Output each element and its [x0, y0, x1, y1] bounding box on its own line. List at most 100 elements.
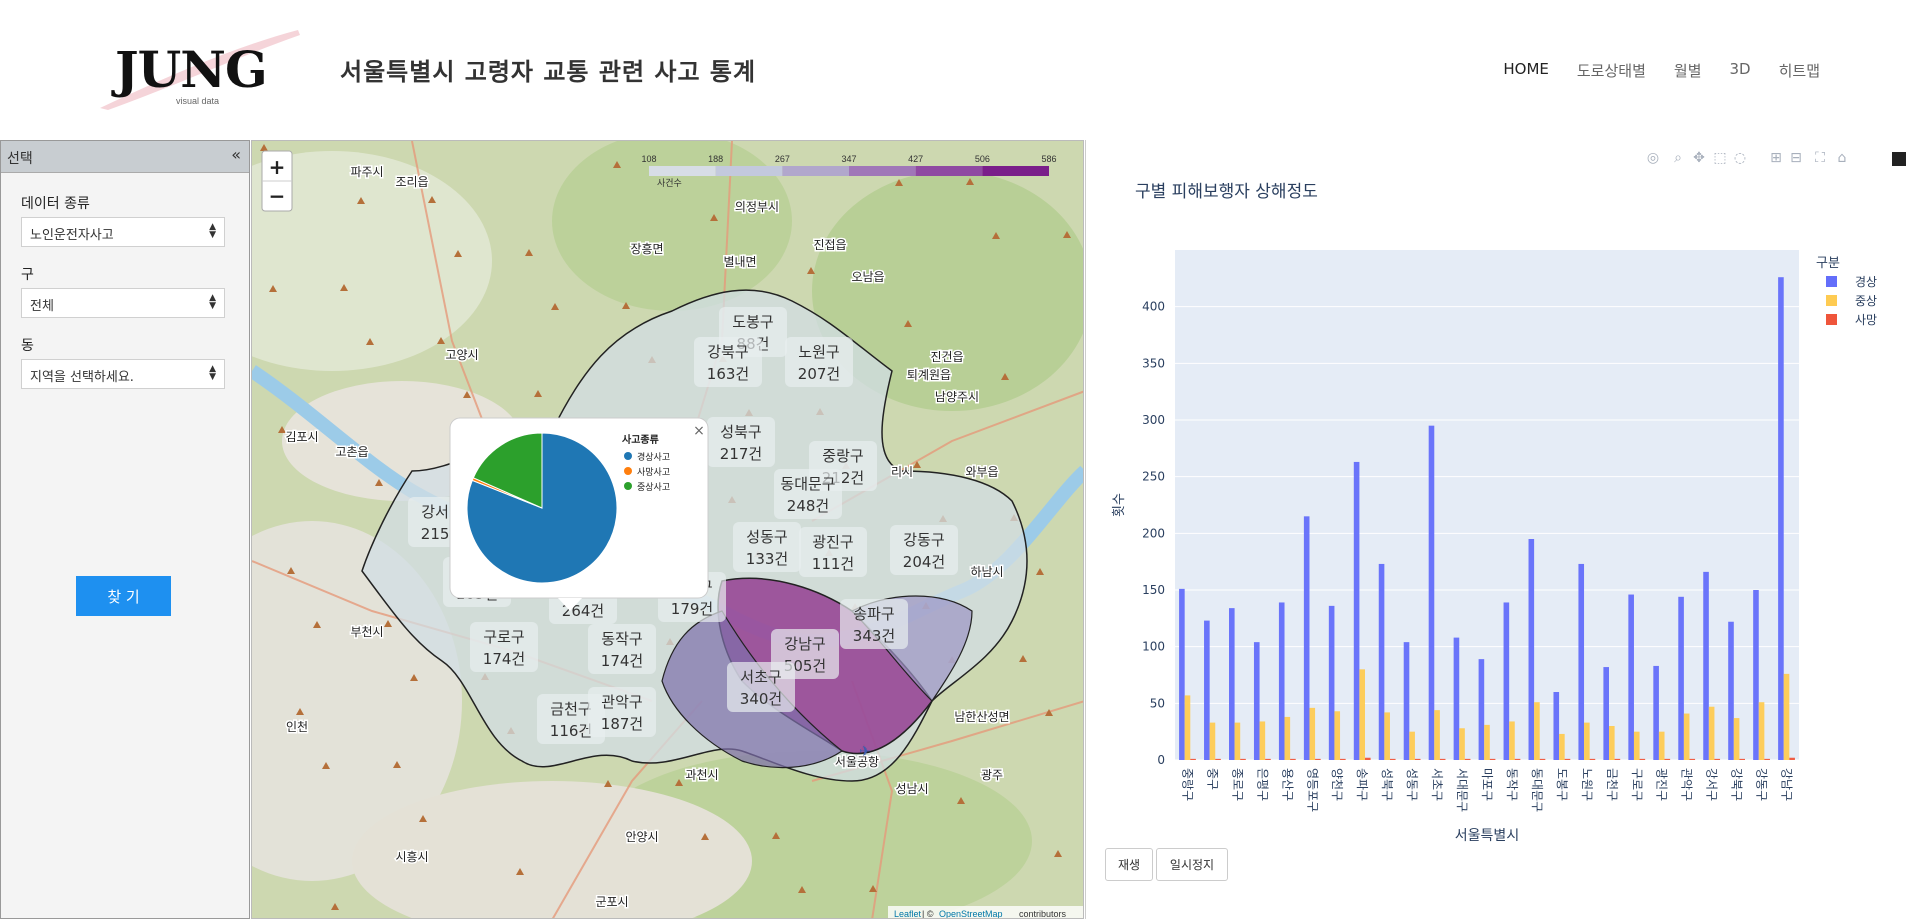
bar-사망-노원구[interactable] — [1589, 758, 1596, 760]
find-button[interactable]: 찾 기 — [76, 576, 171, 616]
box-select-icon[interactable]: ⬚ — [1713, 150, 1726, 166]
bar-중상-광진구[interactable] — [1658, 731, 1665, 760]
play-button[interactable]: 재생 — [1105, 848, 1153, 881]
bar-사망-관악구[interactable] — [1689, 758, 1696, 760]
bar-중상-은평구[interactable] — [1259, 721, 1266, 760]
leaflet-link[interactable]: Leaflet — [894, 909, 922, 919]
bar-경상-종로구[interactable] — [1229, 608, 1235, 760]
zoom-out-button[interactable]: − — [269, 184, 286, 208]
bar-중상-영등포구[interactable] — [1309, 707, 1316, 760]
bar-중상-중랑구[interactable] — [1184, 695, 1191, 760]
bar-사망-강남구[interactable] — [1789, 757, 1795, 760]
bar-경상-중랑구[interactable] — [1179, 588, 1185, 760]
bar-중상-양천구[interactable] — [1334, 711, 1341, 760]
legend-swatch[interactable] — [1826, 295, 1837, 306]
collapse-sidebar-icon[interactable]: « — [231, 145, 241, 164]
district-select[interactable]: 전체 ▲ ▼ — [21, 288, 225, 318]
bar-중상-노원구[interactable] — [1584, 722, 1590, 760]
bar-중상-강남구[interactable] — [1783, 673, 1790, 760]
bar-경상-서대문구[interactable] — [1453, 637, 1460, 760]
bar-사망-종로구[interactable] — [1240, 758, 1246, 760]
bar-경상-강남구[interactable] — [1778, 277, 1784, 760]
nav-home[interactable]: HOME — [1503, 60, 1549, 81]
bar-사망-영등포구[interactable] — [1315, 758, 1321, 760]
nav-road-condition[interactable]: 도로상태별 — [1577, 60, 1646, 81]
bar-사망-중랑구[interactable] — [1190, 758, 1196, 760]
reset-axes-icon[interactable]: ⌂ — [1838, 150, 1847, 166]
bar-경상-중구[interactable] — [1204, 620, 1210, 760]
bar-경상-동작구[interactable] — [1503, 602, 1510, 760]
bar-중상-종로구[interactable] — [1234, 722, 1241, 760]
osm-link[interactable]: OpenStreetMap — [939, 909, 1003, 919]
bar-경상-구로구[interactable] — [1628, 594, 1634, 760]
bar-사망-금천구[interactable] — [1614, 758, 1621, 760]
lasso-icon[interactable]: ◌ — [1734, 150, 1746, 166]
bar-사망-중구[interactable] — [1215, 758, 1221, 760]
nav-monthly[interactable]: 월별 — [1674, 60, 1702, 81]
bar-사망-양천구[interactable] — [1340, 758, 1346, 760]
zoom-in-icon[interactable]: ⊞ — [1770, 150, 1782, 166]
bar-중상-강북구[interactable] — [1733, 718, 1740, 760]
bar-사망-용산구[interactable] — [1290, 758, 1296, 760]
zoom-in-button[interactable]: + — [269, 155, 286, 179]
bar-경상-금천구[interactable] — [1603, 667, 1609, 760]
bar-경상-광진구[interactable] — [1653, 665, 1659, 760]
nav-heatmap[interactable]: 히트맵 — [1779, 60, 1820, 81]
bar-경상-은평구[interactable] — [1253, 642, 1260, 760]
legend-item-label[interactable]: 중상 — [1855, 294, 1877, 308]
bar-경상-도봉구[interactable] — [1553, 692, 1560, 760]
bar-중상-송파구[interactable] — [1359, 669, 1365, 760]
bar-경상-노원구[interactable] — [1578, 563, 1585, 760]
bar-사망-강동구[interactable] — [1764, 758, 1770, 760]
bar-경상-영등포구[interactable] — [1303, 516, 1310, 760]
bar-중상-서대문구[interactable] — [1459, 728, 1465, 760]
site-logo[interactable]: JUNG visual data — [100, 30, 300, 110]
popup-close-icon[interactable]: × — [693, 423, 705, 439]
bar-사망-서대문구[interactable] — [1464, 758, 1471, 760]
zoom-icon[interactable]: ⌕ — [1674, 150, 1682, 166]
bar-경상-성동구[interactable] — [1403, 642, 1410, 760]
bar-경상-강동구[interactable] — [1753, 590, 1759, 760]
bar-경상-관악구[interactable] — [1678, 596, 1684, 760]
bar-중상-도봉구[interactable] — [1559, 733, 1565, 760]
legend-swatch[interactable] — [1826, 314, 1837, 325]
legend-item-label[interactable]: 경상 — [1855, 275, 1877, 289]
bar-중상-강서구[interactable] — [1708, 706, 1715, 760]
district-map[interactable]: 파주시 조리읍 의정부시 장흥면 별내면 진접읍 오남읍 고양시 퇴계원읍 진건읍 남양주시 김포시 고… — [251, 140, 1084, 919]
zoom-out-icon[interactable]: ⊟ — [1790, 150, 1802, 166]
bar-중상-구로구[interactable] — [1633, 731, 1640, 760]
bar-중상-관악구[interactable] — [1683, 713, 1690, 760]
camera-icon[interactable]: ◎ — [1647, 150, 1659, 166]
bar-사망-동대문구[interactable] — [1539, 758, 1546, 760]
bar-경상-동대문구[interactable] — [1528, 539, 1535, 760]
bar-경상-용산구[interactable] — [1278, 602, 1285, 760]
bar-사망-강북구[interactable] — [1739, 758, 1745, 760]
bar-경상-송파구[interactable] — [1353, 461, 1360, 760]
nav-3d[interactable]: 3D — [1730, 60, 1751, 81]
bar-중상-마포구[interactable] — [1484, 724, 1490, 760]
data-type-select[interactable]: 노인운전자사고 ▲ ▼ — [21, 217, 225, 247]
pan-icon[interactable]: ✥ — [1693, 150, 1705, 166]
bar-중상-강동구[interactable] — [1758, 702, 1765, 760]
legend-swatch[interactable] — [1826, 276, 1837, 287]
bar-경상-마포구[interactable] — [1478, 659, 1485, 760]
autoscale-icon[interactable]: ⛶ — [1815, 150, 1825, 166]
bar-중상-서초구[interactable] — [1434, 710, 1440, 760]
bar-사망-은평구[interactable] — [1265, 758, 1271, 760]
pause-button[interactable]: 일시정지 — [1156, 848, 1228, 881]
bar-사망-마포구[interactable] — [1489, 758, 1496, 760]
bar-경상-강서구[interactable] — [1703, 571, 1709, 760]
bar-경상-양천구[interactable] — [1328, 605, 1335, 760]
bar-경상-서초구[interactable] — [1428, 425, 1435, 760]
bar-사망-동작구[interactable] — [1514, 758, 1521, 760]
bar-중상-중구[interactable] — [1209, 722, 1216, 760]
bar-중상-성동구[interactable] — [1409, 731, 1415, 760]
bar-사망-성북구[interactable] — [1389, 758, 1396, 760]
legend-item-label[interactable]: 사망 — [1855, 313, 1877, 327]
bar-중상-동대문구[interactable] — [1534, 702, 1540, 760]
bar-경상-성북구[interactable] — [1378, 563, 1385, 760]
bar-사망-송파구[interactable] — [1365, 757, 1371, 760]
bar-중상-성북구[interactable] — [1384, 712, 1390, 760]
bar-사망-서초구[interactable] — [1439, 758, 1446, 760]
bar-사망-성동구[interactable] — [1414, 758, 1421, 760]
